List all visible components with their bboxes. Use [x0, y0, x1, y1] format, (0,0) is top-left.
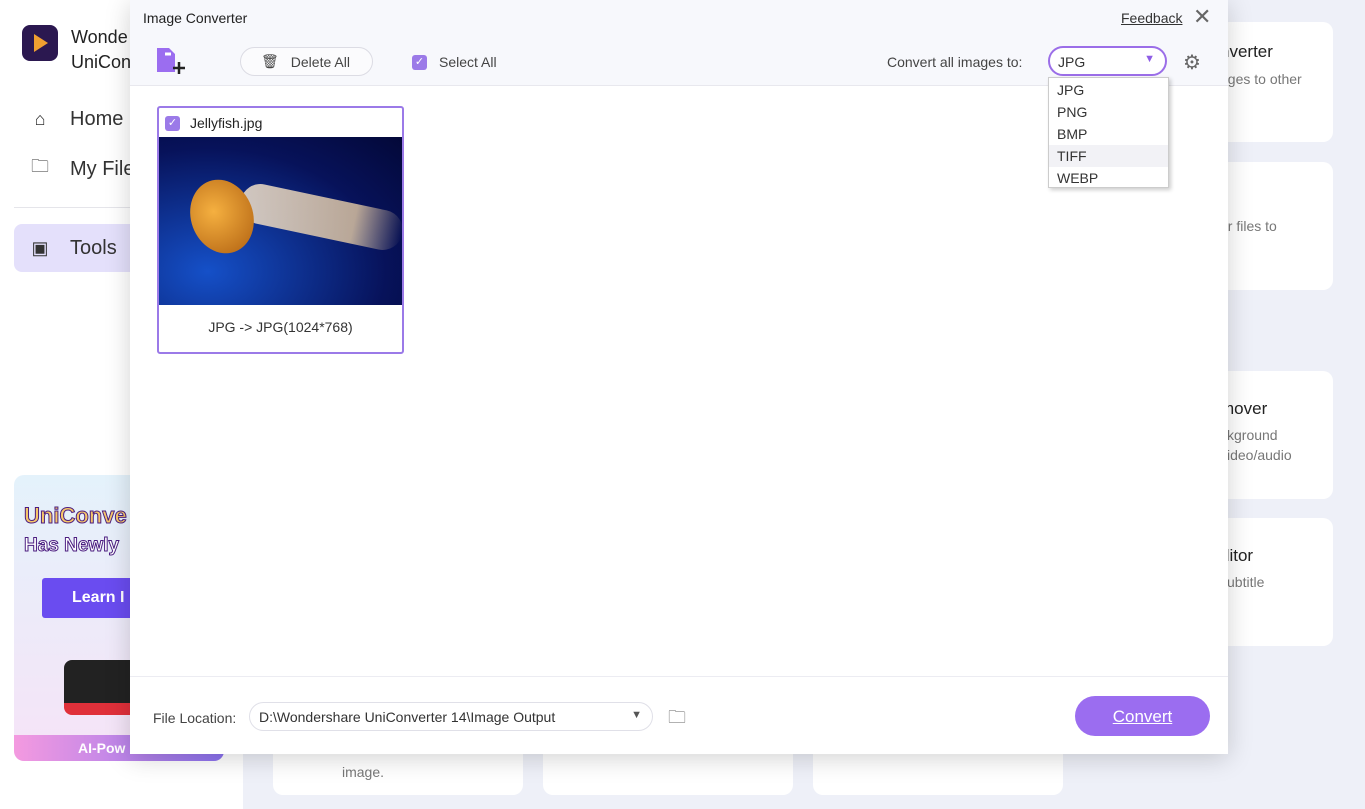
file-location-label: File Location:	[153, 710, 237, 726]
convert-button[interactable]: Convert	[1075, 696, 1210, 736]
toolbox-icon: ▣	[31, 237, 49, 258]
file-location-value: D:\Wondershare UniConverter 14\Image Out…	[259, 709, 556, 725]
image-converter-dialog: Image Converter Feedback ✕ 🗑 Delete All ✓…	[130, 0, 1228, 754]
dialog-title: Image Converter	[143, 10, 248, 26]
chevron-down-icon: ▼	[1144, 53, 1155, 65]
select-all-label: Select All	[439, 54, 497, 70]
add-file-icon[interactable]	[155, 46, 185, 76]
checkbox-checked-icon: ✓	[412, 54, 427, 70]
file-conversion-info: JPG -> JPG(1024*768)	[208, 319, 353, 335]
close-icon[interactable]: ✕	[1193, 4, 1211, 30]
chevron-down-icon: ▼	[631, 709, 642, 721]
trash-icon: 🗑	[261, 53, 279, 69]
format-option-webp[interactable]: WEBP	[1049, 167, 1168, 189]
feedback-link[interactable]: Feedback	[1121, 10, 1182, 26]
file-header: ✓ Jellyfish.jpg	[165, 115, 262, 131]
delete-all-button[interactable]: 🗑 Delete All	[240, 47, 373, 76]
sidebar-item-label: Tools	[70, 236, 117, 259]
banner-subtitle: Has Newly	[23, 535, 120, 557]
open-folder-icon[interactable]: 🗀	[668, 705, 686, 735]
dialog-header: Image Converter Feedback ✕ 🗑 Delete All ✓…	[130, 0, 1228, 86]
format-option-jpg[interactable]: JPG	[1049, 79, 1168, 101]
card-desc: ur files to	[1220, 218, 1277, 234]
card-desc: ckground video/audio	[1220, 427, 1292, 463]
file-item[interactable]: ✓ Jellyfish.jpg JPG -> JPG(1024*768)	[157, 106, 404, 354]
footer-divider	[130, 676, 1228, 677]
home-icon: ⌂	[34, 108, 46, 129]
app-name: Wonde UniCon	[71, 25, 131, 75]
settings-icon[interactable]: ⚙	[1183, 50, 1201, 75]
file-location-select[interactable]: D:\Wondershare UniConverter 14\Image Out…	[249, 702, 653, 731]
delete-all-label: Delete All	[290, 53, 350, 70]
format-option-png[interactable]: PNG	[1049, 101, 1168, 123]
format-selected-value: JPG	[1058, 54, 1086, 70]
file-name: Jellyfish.jpg	[190, 115, 263, 131]
sidebar-item-label: Home	[70, 107, 124, 130]
folder-icon: 🗀	[31, 156, 49, 176]
app-logo	[22, 25, 58, 61]
select-all-checkbox[interactable]: ✓ Select All	[412, 54, 497, 70]
convert-all-label: Convert all images to:	[887, 54, 1023, 70]
app-name-line1: Wonde	[71, 27, 128, 47]
jellyfish-thumbnail	[159, 137, 402, 305]
banner-title: UniConve	[24, 503, 128, 529]
format-option-bmp[interactable]: BMP	[1049, 123, 1168, 145]
format-option-tiff[interactable]: TIFF	[1049, 145, 1168, 167]
file-checkbox[interactable]: ✓	[165, 115, 180, 131]
format-select[interactable]: JPG ▼	[1048, 46, 1167, 76]
format-dropdown: JPG PNG BMP TIFF WEBP	[1048, 77, 1169, 188]
card-desc: image.	[342, 764, 385, 780]
card-desc: ages to other	[1220, 71, 1302, 87]
sidebar-item-label: My File	[70, 157, 135, 180]
app-name-line2: UniCon	[71, 52, 132, 72]
